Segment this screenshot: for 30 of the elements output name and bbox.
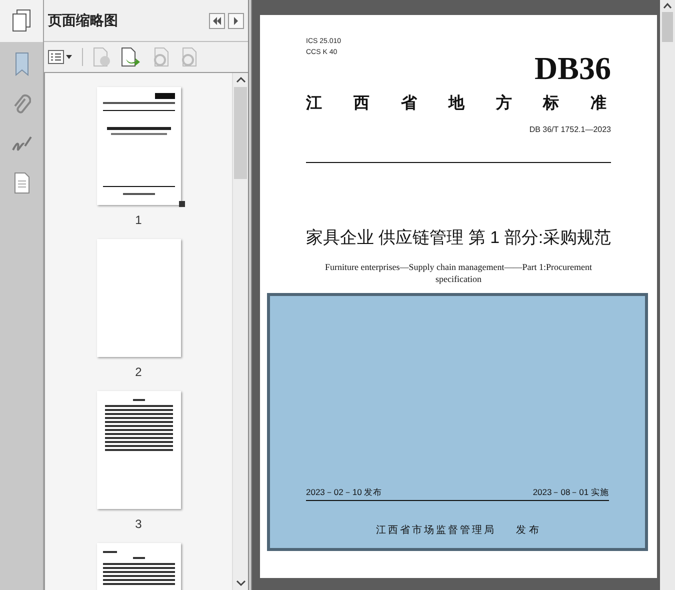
scroll-thumb[interactable] [662, 12, 673, 42]
pages-icon[interactable] [12, 9, 32, 33]
document-title: 家具企业 供应链管理 第 1 部分:采购规范 [306, 227, 612, 249]
page-thumbnail-drawing[interactable] [96, 391, 180, 509]
document-subtitle: Furniture enterprises—Supply chain management——Part 1:Procurement specification [324, 260, 593, 284]
expand-panel-button[interactable] [228, 12, 244, 28]
issue-date: 2023－02－10 发布 [306, 486, 382, 499]
options-menu-button[interactable] [48, 50, 72, 64]
paperclip-icon[interactable] [12, 94, 30, 116]
standard-category: 江 西 省 地 方 标 准 [306, 93, 608, 114]
page-thumbnail-drawing[interactable] [96, 239, 180, 357]
publisher: 江西省市场监督管理局 [376, 524, 496, 538]
page-number: 1 [135, 212, 142, 229]
effective-date: 2023－08－01 实施 [532, 486, 609, 499]
bookmark-icon[interactable] [14, 52, 30, 76]
caret-icon [66, 55, 72, 59]
double-left-icon [212, 16, 222, 24]
collapse-panel-button[interactable] [209, 12, 225, 28]
scroll-thumb[interactable] [234, 87, 247, 179]
right-icon [233, 16, 239, 24]
page-arrow-icon[interactable] [121, 47, 141, 67]
list-icon [48, 50, 64, 64]
standard-code: DB36 [534, 52, 611, 84]
standard-number: DB 36/T 1752.1—2023 [529, 124, 611, 136]
document-icon[interactable] [14, 172, 30, 194]
page-thumbnail-drawing[interactable] [96, 87, 180, 205]
page-number: 2 [135, 364, 142, 381]
page-number: 3 [135, 516, 142, 533]
panel-title: 页面缩略图 [48, 11, 119, 30]
publish-label: 发 布 [516, 524, 539, 538]
